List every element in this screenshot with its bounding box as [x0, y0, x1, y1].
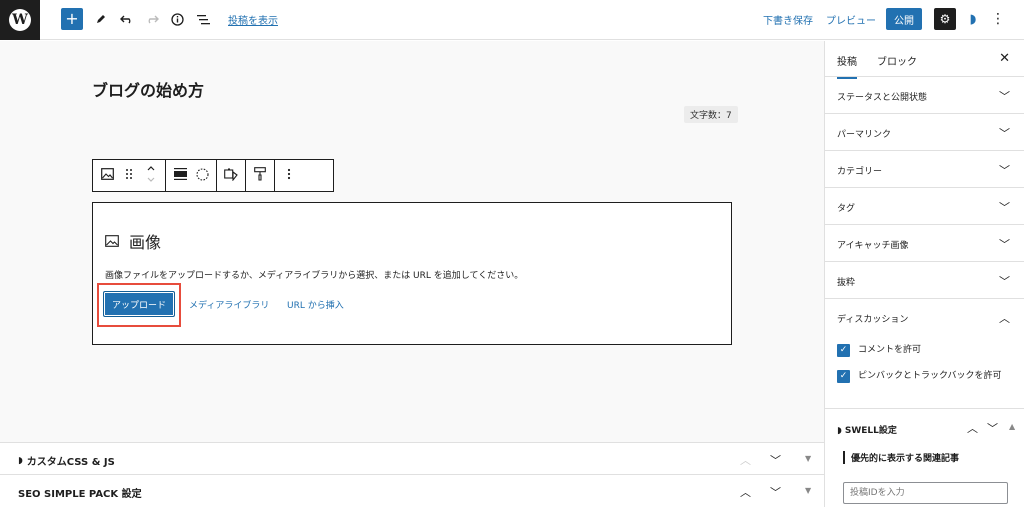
publish-button[interactable]: 公開: [886, 8, 922, 30]
more-options-icon[interactable]: ⋮: [991, 8, 1005, 30]
image-block-icon[interactable]: [99, 168, 115, 183]
wordpress-icon: W: [9, 9, 31, 31]
panel-label: アイキャッチ画像: [837, 241, 909, 251]
panel-label: 抜粋: [837, 278, 856, 288]
move-up-icon[interactable]: ︿: [740, 484, 751, 500]
add-block-button[interactable]: +: [61, 8, 83, 30]
allow-comments-label: コメントを許可: [858, 345, 922, 355]
image-icon: [105, 232, 119, 251]
close-icon[interactable]: ✕: [999, 51, 1010, 66]
metabox-title[interactable]: SEO SIMPLE PACK 設定: [18, 485, 142, 500]
toggle-panel-icon[interactable]: ▼: [805, 454, 811, 463]
paint-roller-icon[interactable]: [252, 167, 268, 184]
view-post-link[interactable]: 投稿を表示: [228, 8, 278, 30]
align-icon[interactable]: [172, 168, 188, 183]
panel-label: カテゴリー: [837, 167, 883, 177]
drag-handle-icon[interactable]: [121, 168, 137, 183]
editor-canvas: ブログの始め方 文字数：7 画像 画像ファイルをアップロードするか、メディアライ…: [0, 41, 824, 442]
settings-gear-icon[interactable]: ⚙: [934, 8, 956, 30]
panel-permalink[interactable]: パーマリンク ﹀: [825, 114, 1024, 151]
panel-excerpt[interactable]: 抜粋 ﹀: [825, 262, 1024, 299]
pencil-icon[interactable]: [92, 8, 110, 30]
swell-leaf-icon: ◗: [18, 455, 23, 466]
chevron-down-icon: ﹀: [999, 201, 1010, 214]
char-count-badge: 文字数：7: [684, 106, 738, 123]
replace-media-icon[interactable]: [223, 167, 239, 184]
settings-sidebar: 投稿 ブロック ✕ ステータスと公開状態 ﹀ パーマリンク ﹀ カテゴリー ﹀ …: [824, 41, 1024, 507]
panel-label[interactable]: ディスカッション: [837, 312, 908, 325]
preview-label: プレビュー: [826, 15, 876, 27]
panel-discussion: ディスカッション ︿ ✓ コメントを許可 ✓ ピンバックとトラックバックを許可: [825, 299, 1024, 409]
swell-icon[interactable]: ◗: [964, 8, 982, 30]
image-block-heading: 画像: [105, 229, 161, 253]
list-view-icon[interactable]: [194, 8, 212, 30]
media-library-link[interactable]: メディアライブラリ: [189, 298, 269, 311]
tab-post[interactable]: 投稿: [837, 53, 857, 79]
panel-featured-image[interactable]: アイキャッチ画像 ﹀: [825, 225, 1024, 262]
move-up-down-icon[interactable]: [143, 164, 159, 187]
move-up-icon[interactable]: ︿: [740, 452, 751, 468]
chevron-down-icon: ﹀: [999, 164, 1010, 177]
swell-settings-label: SWELL設定: [844, 426, 897, 436]
sidebar-tabs: 投稿 ブロック ✕: [825, 41, 1024, 79]
toggle-panel-icon[interactable]: ▲: [1009, 422, 1015, 431]
upload-button[interactable]: アップロード: [103, 291, 175, 317]
panel-label: タグ: [837, 204, 856, 214]
panel-label: ステータスと公開状態: [837, 93, 928, 103]
block-options-icon[interactable]: [281, 168, 297, 183]
save-draft-label: 下書き保存: [763, 15, 813, 27]
metabox-title[interactable]: ◗ カスタムCSS & JS: [18, 453, 115, 469]
move-down-icon[interactable]: ﹀: [770, 484, 781, 500]
metabox-title-label: SEO SIMPLE PACK 設定: [18, 489, 142, 500]
undo-icon[interactable]: [117, 8, 135, 30]
info-icon[interactable]: [168, 8, 186, 30]
preview-button[interactable]: プレビュー: [826, 8, 876, 30]
panel-label: パーマリンク: [837, 130, 892, 140]
panel-tags[interactable]: タグ ﹀: [825, 188, 1024, 225]
block-toolbar-group: [93, 160, 166, 191]
image-block-placeholder[interactable]: 画像 画像ファイルをアップロードするか、メディアライブラリから選択、または UR…: [92, 202, 732, 345]
insert-from-url-link[interactable]: URL から挿入: [287, 298, 344, 311]
chevron-down-icon: ﹀: [999, 90, 1010, 103]
allow-pingbacks-label: ピンバックとトラックバックを許可: [858, 371, 1002, 381]
panel-swell-settings: ◗ SWELL設定 ︿ ﹀ ▲ 優先的に表示する関連記事: [825, 409, 1024, 507]
redo-icon[interactable]: [143, 8, 161, 30]
block-toolbar: [92, 159, 334, 192]
block-toolbar-group: [166, 160, 217, 191]
allow-comments-checkbox[interactable]: ✓: [837, 344, 850, 357]
panel-label[interactable]: ◗ SWELL設定: [837, 423, 897, 436]
toggle-panel-icon[interactable]: ▼: [805, 486, 811, 495]
chevron-up-icon[interactable]: ︿: [999, 310, 1010, 326]
image-block-description: 画像ファイルをアップロードするか、メディアライブラリから選択、または URL を…: [105, 271, 524, 281]
allow-pingbacks-checkbox[interactable]: ✓: [837, 370, 850, 383]
wordpress-logo-button[interactable]: W: [0, 0, 40, 40]
post-title[interactable]: ブログの始め方: [92, 77, 204, 101]
chevron-down-icon: ﹀: [999, 275, 1010, 288]
image-block-title: 画像: [129, 233, 162, 252]
view-post-label[interactable]: 投稿を表示: [228, 12, 278, 27]
allow-pingbacks-row[interactable]: ✓ ピンバックとトラックバックを許可: [837, 370, 1015, 383]
metabox-title-label: カスタムCSS & JS: [26, 457, 115, 468]
duotone-icon[interactable]: [194, 167, 210, 184]
panel-status-visibility[interactable]: ステータスと公開状態 ﹀: [825, 77, 1024, 114]
tab-block[interactable]: ブロック: [877, 53, 917, 68]
post-id-input[interactable]: [843, 482, 1008, 504]
block-toolbar-group: [246, 160, 275, 191]
chevron-down-icon: ﹀: [999, 127, 1010, 140]
metabox-custom-css-js: ◗ カスタムCSS & JS ︿ ﹀ ▼: [0, 442, 824, 475]
save-draft-button[interactable]: 下書き保存: [763, 8, 813, 30]
chevron-down-icon: ﹀: [999, 238, 1010, 251]
panel-categories[interactable]: カテゴリー ﹀: [825, 151, 1024, 188]
block-toolbar-group: [217, 160, 246, 191]
move-up-icon[interactable]: ︿: [967, 420, 978, 436]
metabox-seo-simple-pack: SEO SIMPLE PACK 設定 ︿ ﹀ ▼: [0, 474, 824, 507]
related-posts-heading: 優先的に表示する関連記事: [843, 451, 959, 464]
block-toolbar-group: [275, 160, 303, 191]
move-down-icon[interactable]: ﹀: [987, 420, 998, 436]
move-down-icon[interactable]: ﹀: [770, 452, 781, 468]
editor-header: W + 投稿を表示 下書き保存 プレビュー 公開 ⚙ ◗ ⋮: [0, 0, 1024, 40]
allow-comments-row[interactable]: ✓ コメントを許可: [837, 344, 921, 357]
swell-leaf-icon: ◗: [837, 426, 845, 436]
